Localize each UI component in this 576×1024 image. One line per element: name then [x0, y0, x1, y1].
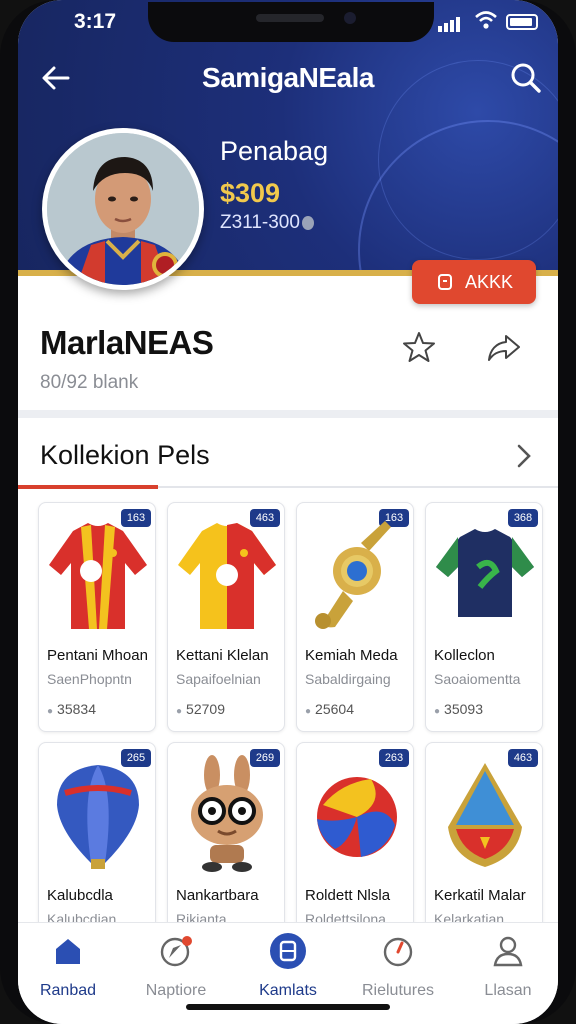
- home-indicator[interactable]: [186, 1004, 390, 1010]
- collection-card[interactable]: 163 Kemiah Meda Sabaldirgaing 25604: [296, 502, 414, 732]
- tab-home[interactable]: Ranbad: [18, 933, 118, 1000]
- tab-explore-label: Naptiore: [145, 982, 207, 999]
- item-description: Saoaiomentta: [434, 671, 521, 687]
- explore-icon: [160, 936, 192, 967]
- hero-subtext: Z311-300: [220, 212, 314, 234]
- share-icon[interactable]: [486, 330, 522, 364]
- tab-profile-label: Llasan: [484, 982, 532, 999]
- tab-collection[interactable]: Kamlats: [238, 933, 338, 1000]
- top-nav: SamigaNEala: [18, 56, 558, 100]
- profile-icon: [493, 936, 523, 967]
- tag-icon: [437, 274, 452, 290]
- action-button[interactable]: AKKK: [412, 260, 536, 304]
- collection-card[interactable]: 368 Kolleclon Saoaiomentta 35093: [425, 502, 543, 732]
- collection-tab-underline: [18, 485, 558, 489]
- tab-profile[interactable]: Llasan: [458, 933, 558, 1000]
- item-price: 25604: [305, 701, 354, 717]
- jersey-red-yellow-image: [49, 523, 147, 629]
- tab-home-label: Ranbad: [39, 982, 97, 999]
- jersey-navy-green-image: [436, 529, 534, 617]
- tab-collection-label: Kamlats: [259, 982, 317, 999]
- phone-frame: 3:17 SamigaNEala Penabag $309 Z311-300 M…: [0, 0, 576, 1024]
- item-description: Sabaldirgaing: [305, 671, 391, 687]
- action-button-label: AKKK: [464, 271, 514, 292]
- hero-price: $309: [220, 178, 281, 208]
- item-title: Pentani Mhoan: [47, 647, 148, 664]
- gauge-icon: [383, 937, 413, 967]
- collection-icon: [270, 933, 306, 969]
- page-title: SamigaNEala: [202, 62, 374, 93]
- item-title: Kerkatil Malar: [434, 887, 526, 904]
- collection-title[interactable]: Kollekion Pels: [40, 440, 210, 471]
- status-time: 3:17: [74, 10, 117, 33]
- app-screen: 3:17 SamigaNEala Penabag $309 Z311-300 M…: [18, 0, 558, 1024]
- chevron-right-icon[interactable]: [514, 442, 534, 470]
- jersey-yellow-red-image: [178, 523, 276, 629]
- battery-icon: [506, 14, 538, 30]
- tab-explore[interactable]: Naptiore: [126, 933, 226, 1000]
- item-title: Kolleclon: [434, 647, 495, 664]
- camera-notch: [148, 2, 434, 42]
- wifi-icon: [475, 11, 497, 29]
- gem-crest-image: [448, 763, 522, 867]
- back-arrow-icon[interactable]: [38, 60, 74, 96]
- item-description: Sapaifoelnian: [176, 671, 261, 687]
- signal-icon: [438, 14, 462, 32]
- item-title: Roldett Nlsla: [305, 887, 391, 904]
- item-price: 52709: [176, 701, 225, 717]
- collection-section: Kollekion Pels 163 Pentani Mhoan SaenPho…: [18, 418, 558, 972]
- gold-trophy-image: [315, 521, 391, 629]
- item-title: Kettani Klelan: [176, 647, 269, 664]
- hero-name: Penabag: [220, 136, 329, 166]
- coin-icon: [301, 215, 314, 230]
- home-icon: [56, 939, 80, 964]
- ball-image: [317, 777, 397, 857]
- profile-subtitle: 80/92 blank: [40, 372, 139, 393]
- item-description: SaenPhopntn: [47, 671, 132, 687]
- collection-card[interactable]: 163 Pentani Mhoan SaenPhopntn 35834: [38, 502, 156, 732]
- avatar[interactable]: [42, 128, 204, 290]
- profile-name: MarlaNEAS: [40, 324, 214, 361]
- item-title: Kalubcdla: [47, 887, 113, 904]
- bunny-mascot-image: [191, 755, 263, 872]
- item-title: Kemiah Meda: [305, 647, 398, 664]
- tab-gauge-label: Rielutures: [361, 982, 435, 999]
- status-bar: 3:17: [18, 2, 558, 42]
- item-price: 35093: [434, 701, 483, 717]
- balloon-image: [57, 765, 139, 869]
- collection-card[interactable]: 463 Kettani Klelan Sapaifoelnian 52709: [167, 502, 285, 732]
- item-price: 35834: [47, 701, 96, 717]
- item-title: Nankartbara: [176, 887, 259, 904]
- search-icon[interactable]: [508, 60, 544, 96]
- tab-gauge[interactable]: Rielutures: [348, 933, 448, 1000]
- favorite-star-icon[interactable]: [402, 330, 436, 364]
